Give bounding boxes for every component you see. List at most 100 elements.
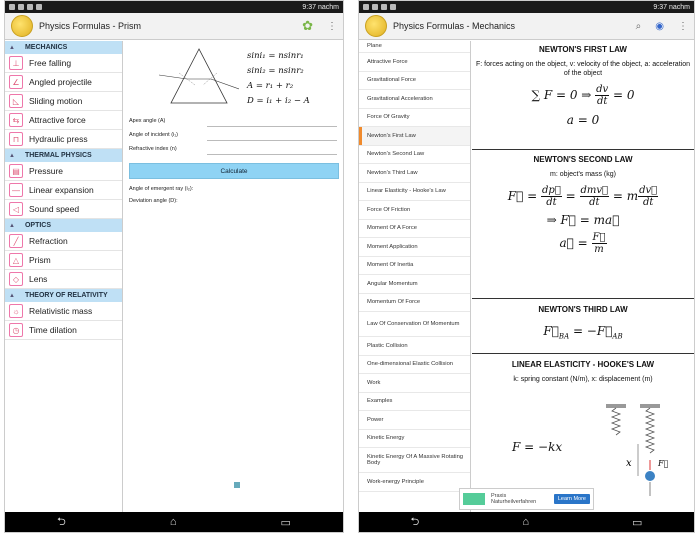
sidebar-item-linear-expansion[interactable]: — Linear expansion — [5, 181, 122, 200]
law-content: NEWTON'S FIRST LAW F: forces acting on t… — [472, 41, 694, 512]
list-item[interactable]: Gravitational Force — [359, 72, 470, 90]
list-item[interactable]: Angular Momentum — [359, 275, 470, 294]
list-item[interactable]: Work — [359, 374, 470, 393]
incident-angle-label: Angle of incident (i₁) — [129, 132, 178, 138]
list-item[interactable]: Moment Of Inertia — [359, 257, 470, 275]
list-item[interactable]: Plane — [359, 41, 470, 53]
category-relativity[interactable]: ▲ THEORY OF RELATIVITY — [5, 289, 122, 302]
refractive-index-label: Refractive index (n) — [129, 146, 177, 152]
category-mechanics[interactable]: ▲ MECHANICS — [5, 41, 122, 54]
action-bar: Physics Formulas - Mechanics ⌕ ◉ ⋮ — [359, 13, 694, 40]
list-item[interactable]: Force Of Gravity — [359, 109, 470, 127]
second-law-equation: F⃗ = dp⃗ dt = dmv⃗ dt = m dv⃗ dt — [507, 185, 659, 208]
list-item-selected[interactable]: Newton's First Law — [359, 127, 470, 146]
divider — [472, 298, 694, 299]
sidebar-item-angled-projectile[interactable]: ∠ Angled projectile — [5, 73, 122, 92]
ad-indicator — [234, 482, 240, 488]
overflow-menu-icon[interactable]: ⋮ — [678, 21, 688, 32]
list-item[interactable]: Newton's Second Law — [359, 146, 470, 164]
sliding-icon: ◺ — [9, 94, 23, 108]
sidebar-item-sliding-motion[interactable]: ◺ Sliding motion — [5, 92, 122, 111]
home-icon[interactable]: ⌂ — [170, 516, 177, 528]
notification-icons — [363, 4, 396, 10]
list-item[interactable]: Work-energy Principle — [359, 473, 470, 492]
sidebar-item-relativistic-mass[interactable]: ☼ Relativistic mass — [5, 302, 122, 321]
topic-list: Plane Attractive Force Gravitational For… — [359, 41, 471, 512]
spring-diagram: x F⃗ — [606, 404, 669, 496]
category-thermal[interactable]: ▲ THERMAL PHYSICS — [5, 149, 122, 162]
app-logo-icon[interactable] — [11, 15, 33, 37]
lens-icon: ◇ — [9, 272, 23, 286]
status-bar: 9:37 nachm — [5, 1, 343, 13]
sidebar-item-free-falling[interactable]: ⊥ Free falling — [5, 54, 122, 73]
prism-formulas: sini₁ = nsinr₁ sini₂ = nsinr₂ A = r₁ + r… — [247, 49, 310, 109]
first-law-equation: ∑ F = 0 ⇒ dv dt = 0 — [531, 84, 635, 107]
force-equation: ⇒ F⃗ = ma⃗ — [546, 213, 620, 227]
law-description: m: object's mass (kg) — [550, 171, 616, 178]
list-item[interactable]: Plastic Collision — [359, 337, 470, 356]
list-item[interactable]: Examples — [359, 393, 470, 411]
law-title: NEWTON'S FIRST LAW — [539, 45, 627, 54]
sidebar-item-time-dilation[interactable]: ◷ Time dilation — [5, 321, 122, 340]
refraction-icon: ╱ — [9, 234, 23, 248]
list-item[interactable]: Kinetic Energy — [359, 430, 470, 448]
sidebar-item-pressure[interactable]: ▤ Pressure — [5, 162, 122, 181]
right-screen: 9:37 nachm Physics Formulas - Mechanics … — [358, 0, 695, 533]
page-title: Physics Formulas - Prism — [39, 21, 142, 31]
apex-angle-input[interactable] — [207, 126, 337, 127]
list-item[interactable]: Force Of Friction — [359, 201, 470, 220]
sidebar-item-sound-speed[interactable]: ◁ Sound speed — [5, 200, 122, 219]
back-icon[interactable]: ⮌ — [57, 513, 66, 532]
app-logo-icon[interactable] — [365, 15, 387, 37]
list-item[interactable]: Newton's Third Law — [359, 164, 470, 183]
category-optics[interactable]: ▲ OPTICS — [5, 219, 122, 232]
expansion-icon: — — [9, 183, 23, 197]
refractive-index-input[interactable] — [207, 154, 337, 155]
clock: 9:37 nachm — [302, 3, 339, 11]
third-law-equation: F⃗BA = −F⃗AB — [543, 324, 623, 341]
first-law-section: NEWTON'S FIRST LAW F: forces acting on t… — [472, 41, 694, 127]
sidebar-item-prism[interactable]: △ Prism — [5, 251, 122, 270]
apex-angle-label: Apex angle (A) — [129, 118, 166, 124]
list-item[interactable]: Momentum Of Force — [359, 294, 470, 312]
prism-icon: △ — [9, 253, 23, 267]
list-item[interactable]: Law Of Conservation Of Momentum — [359, 312, 470, 337]
back-icon[interactable]: ⮌ — [411, 513, 420, 532]
law-title: NEWTON'S THIRD LAW — [538, 305, 628, 314]
hookes-law-section: LINEAR ELASTICITY - HOOKE'S LAW k: sprin… — [472, 356, 694, 496]
search-icon[interactable]: ⌕ — [636, 21, 642, 32]
sidebar-item-lens[interactable]: ◇ Lens — [5, 270, 122, 289]
calculate-button[interactable]: Calculate — [129, 163, 339, 179]
list-item[interactable]: Moment Application — [359, 238, 470, 257]
divider — [472, 149, 694, 150]
list-item[interactable]: Gravitational Acceleration — [359, 90, 470, 109]
list-item[interactable]: Linear Elasticity - Hooke's Law — [359, 183, 470, 201]
overflow-menu-icon[interactable]: ⋮ — [327, 21, 337, 32]
hookes-law-equation: F = −kx — [512, 440, 563, 454]
sidebar-item-hydraulic-press[interactable]: ⊓ Hydraulic press — [5, 130, 122, 149]
second-law-section: NEWTON'S SECOND LAW m: object's mass (kg… — [472, 151, 694, 255]
ad-learn-more-button[interactable]: Learn More — [553, 494, 590, 504]
globe-icon[interactable]: ◉ — [655, 21, 664, 32]
hydraulic-icon: ⊓ — [9, 132, 23, 146]
ad-banner[interactable]: Praxis Naturheilverfahren Learn More — [459, 488, 594, 510]
incident-angle-input[interactable] — [207, 140, 337, 141]
sidebar-item-refraction[interactable]: ╱ Refraction — [5, 232, 122, 251]
list-item[interactable]: Moment Of A Force — [359, 220, 470, 238]
list-item[interactable]: Power — [359, 411, 470, 430]
sidebar-item-attractive-force[interactable]: ⇆ Attractive force — [5, 111, 122, 130]
home-icon[interactable]: ⌂ — [522, 516, 529, 528]
formula-line: sini₁ = nsinr₁ — [247, 51, 304, 61]
recents-icon[interactable]: ▭ — [281, 516, 291, 529]
formula-line: sini₂ = nsinr₂ — [247, 66, 304, 76]
attraction-icon: ⇆ — [9, 113, 23, 127]
acceleration-from-force-equation: a⃗ = F⃗ m — [559, 232, 607, 255]
list-item[interactable]: Attractive Force — [359, 53, 470, 72]
deviation-angle-output: Deviation angle (D): — [129, 198, 178, 204]
prism-diagram — [159, 48, 239, 104]
android-icon[interactable]: ✿ — [302, 18, 313, 34]
recents-icon[interactable]: ▭ — [632, 516, 642, 529]
action-bar: Physics Formulas - Prism ✿ ⋮ — [5, 13, 343, 40]
list-item[interactable]: Kinetic Energy Of A Massive Rotating Bod… — [359, 448, 470, 473]
list-item[interactable]: One-dimensional Elastic Collision — [359, 356, 470, 374]
